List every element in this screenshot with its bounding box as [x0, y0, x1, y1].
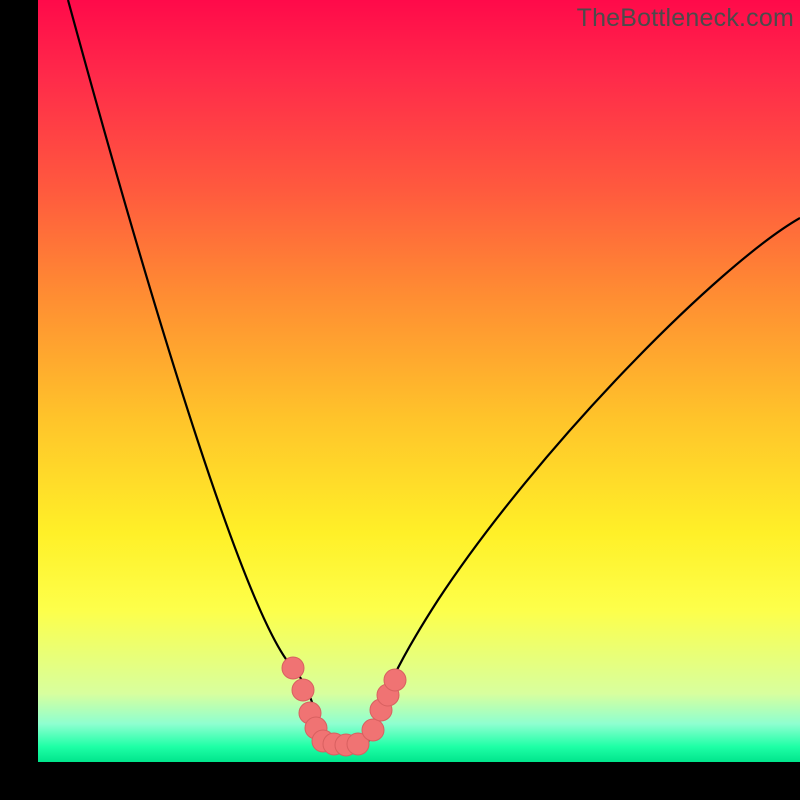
marker-right-3: [384, 669, 406, 691]
curve-right-curve: [368, 218, 800, 742]
marker-group: [282, 657, 406, 756]
marker-right-0: [362, 719, 384, 741]
marker-left-0: [282, 657, 304, 679]
chart-svg: [38, 0, 800, 762]
curve-left-curve: [68, 0, 323, 742]
chart-plot-area: TheBottleneck.com: [38, 0, 800, 762]
marker-left-1: [292, 679, 314, 701]
curve-group: [68, 0, 800, 742]
